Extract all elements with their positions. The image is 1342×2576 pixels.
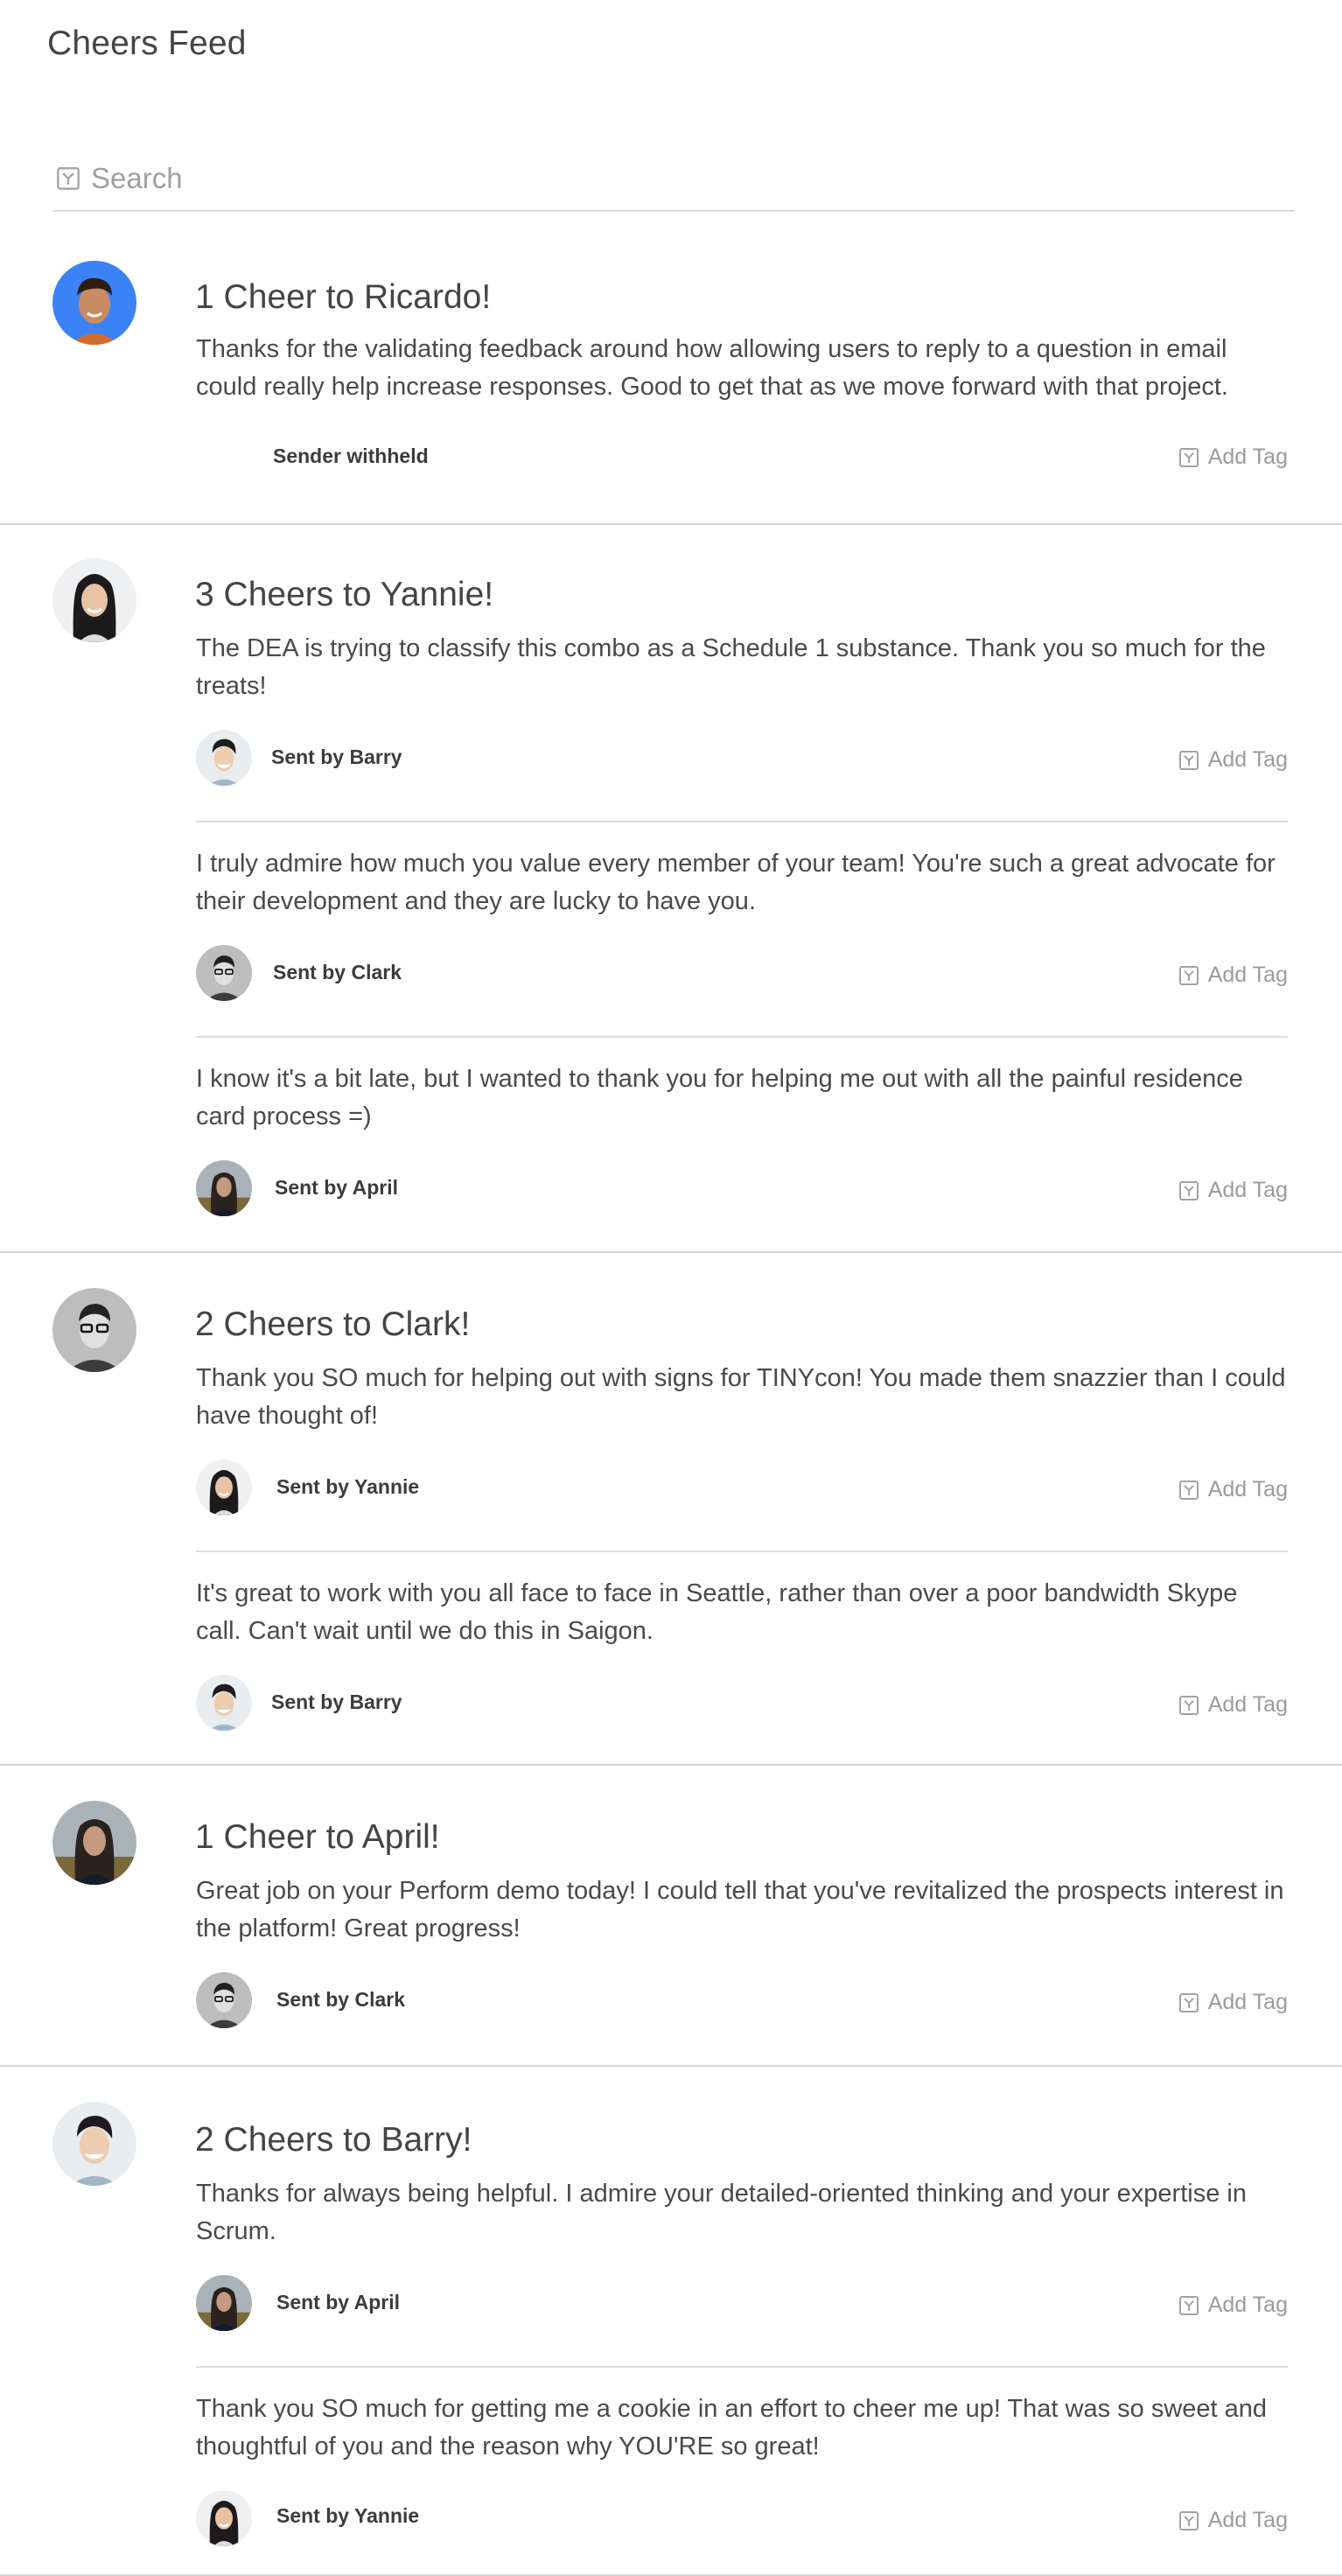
search-input[interactable] (91, 154, 1228, 203)
add-tag-label: Add Tag (1207, 1477, 1288, 1502)
recipient-avatar[interactable] (52, 1288, 136, 1372)
sender-avatar[interactable] (196, 2490, 252, 2546)
tag-icon (1178, 2295, 1199, 2316)
add-tag-button[interactable]: Add Tag (1178, 962, 1288, 988)
cheer-group-yannie: 3 Cheers to Yannie! The DEA is trying to… (0, 523, 1342, 1251)
sender-name: Sender withheld (273, 444, 429, 467)
cheer-message: I truly admire how much you value every … (196, 850, 1276, 915)
sender-avatar[interactable] (196, 730, 252, 786)
sender-name: Sent by Clark (273, 961, 402, 984)
add-tag-button[interactable]: Add Tag (1178, 444, 1288, 470)
add-tag-label: Add Tag (1207, 2292, 1288, 2317)
add-tag-button[interactable]: Add Tag (1178, 2508, 1288, 2533)
sender-name: Sent by Clark (276, 1988, 405, 2011)
tag-icon (1178, 2510, 1199, 2531)
group-title: 1 Cheer to April! (195, 1818, 440, 1856)
sender-avatar[interactable] (196, 1160, 252, 1216)
group-title: 2 Cheers to Barry! (195, 2121, 472, 2159)
sender-avatar[interactable] (196, 2275, 252, 2331)
sender-name: Sent by Yannie (276, 1475, 420, 1498)
add-tag-label: Add Tag (1207, 747, 1288, 772)
add-tag-button[interactable]: Add Tag (1178, 2292, 1288, 2318)
tag-icon (1178, 1992, 1199, 2013)
search-icon (56, 166, 80, 191)
page-title: Cheers Feed (47, 24, 247, 62)
cheer-message: Thanks for the validating feedback aroun… (196, 335, 1228, 401)
add-tag-button[interactable]: Add Tag (1178, 1692, 1288, 1718)
tag-icon (1178, 447, 1199, 468)
recipient-avatar[interactable] (52, 2102, 136, 2186)
group-title: 2 Cheers to Clark! (195, 1306, 471, 1343)
tag-icon (1178, 1180, 1199, 1201)
add-tag-label: Add Tag (1207, 1178, 1288, 1202)
cheer-group-barry: 2 Cheers to Barry! Thanks for always bei… (0, 2065, 1342, 2576)
add-tag-button[interactable]: Add Tag (1178, 1477, 1288, 1502)
group-title: 1 Cheer to Ricardo! (195, 278, 492, 316)
sender-name: Sent by April (276, 2291, 400, 2314)
tag-icon (1178, 1480, 1199, 1501)
cheer-group-ricardo: 1 Cheer to Ricardo! Thanks for the valid… (0, 234, 1342, 523)
cheer-divider (196, 1036, 1288, 1038)
sender-avatar[interactable] (196, 1675, 252, 1731)
cheer-divider (196, 821, 1288, 822)
tag-icon (1178, 965, 1199, 986)
tag-icon (1178, 1695, 1199, 1716)
add-tag-label: Add Tag (1207, 1990, 1288, 2014)
cheer-divider (196, 2366, 1288, 2368)
group-title: 3 Cheers to Yannie! (195, 576, 494, 613)
tag-icon (1178, 750, 1199, 771)
cheer-message: Thank you SO much for getting me a cooki… (196, 2395, 1268, 2460)
sender-avatar[interactable] (196, 1460, 252, 1516)
cheer-message: The DEA is trying to classify this combo… (196, 634, 1266, 700)
sender-avatar[interactable] (196, 1972, 252, 2028)
cheer-divider (196, 1550, 1288, 1552)
search-bar[interactable] (52, 147, 1295, 212)
sender-name: Sent by Barry (271, 746, 402, 768)
add-tag-label: Add Tag (1207, 444, 1288, 469)
sender-name: Sent by April (275, 1176, 398, 1199)
add-tag-label: Add Tag (1207, 2508, 1288, 2532)
add-tag-label: Add Tag (1207, 962, 1288, 987)
sender-avatar[interactable] (196, 945, 252, 1001)
add-tag-button[interactable]: Add Tag (1178, 1178, 1288, 1203)
add-tag-button[interactable]: Add Tag (1178, 747, 1288, 773)
recipient-avatar[interactable] (52, 261, 136, 345)
add-tag-button[interactable]: Add Tag (1178, 1990, 1288, 2015)
cheer-group-april: 1 Cheer to April! Great job on your Perf… (0, 1764, 1342, 2065)
sender-name: Sent by Barry (271, 1690, 402, 1713)
cheer-message: Thanks for always being helpful. I admir… (196, 2180, 1247, 2245)
cheers-feed-app: Cheers Feed 1 Cheer to Ricardo! Thanks f… (0, 0, 1342, 2576)
recipient-avatar[interactable] (52, 1801, 136, 1885)
cheer-message: I know it's a bit late, but I wanted to … (196, 1065, 1243, 1130)
cheer-group-clark: 2 Cheers to Clark! Thank you SO much for… (0, 1251, 1342, 1764)
cheer-message: Thank you SO much for helping out with s… (196, 1364, 1286, 1430)
cheer-message: It's great to work with you all face to … (196, 1579, 1238, 1645)
sender-name: Sent by Yannie (276, 2504, 420, 2527)
recipient-avatar[interactable] (52, 558, 136, 642)
add-tag-label: Add Tag (1207, 1692, 1288, 1717)
cheer-message: Great job on your Perform demo today! I … (196, 1877, 1284, 1942)
